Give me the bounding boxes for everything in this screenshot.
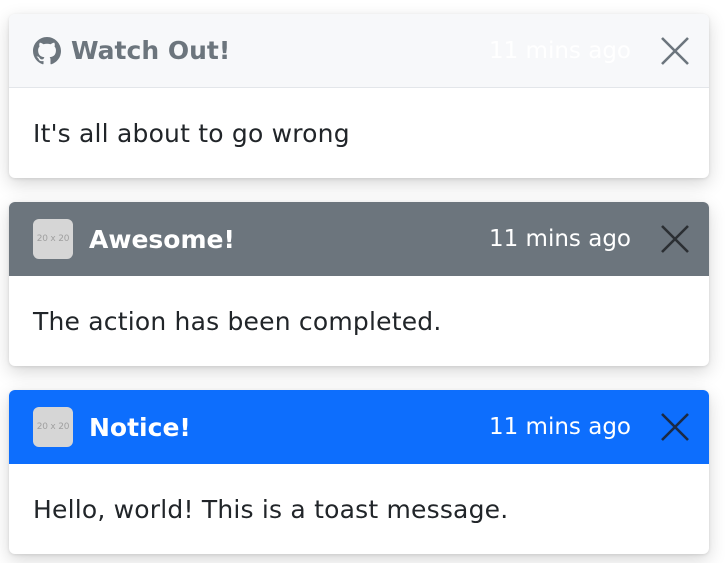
toast-notice: 20 x 20 Notice! 11 mins ago Hello, world… (9, 390, 709, 554)
toast-header: 20 x 20 Notice! 11 mins ago (9, 390, 709, 464)
toast-message: The action has been completed. (33, 306, 442, 336)
close-icon[interactable] (659, 223, 691, 255)
toast-title: Awesome! (89, 224, 235, 254)
toast-awesome: 20 x 20 Awesome! 11 mins ago The action … (9, 202, 709, 366)
toast-timestamp: 11 mins ago (488, 414, 631, 440)
toast-title: Watch Out! (71, 36, 231, 65)
toast-header: 20 x 20 Awesome! 11 mins ago (9, 202, 709, 276)
toast-message: Hello, world! This is a toast message. (33, 494, 509, 524)
toast-watch-out: Watch Out! 11 mins ago It's all about to… (9, 14, 709, 178)
placeholder-image: 20 x 20 (33, 407, 73, 447)
github-icon (33, 36, 61, 65)
close-icon[interactable] (659, 35, 691, 67)
close-icon[interactable] (659, 411, 691, 443)
toast-header: Watch Out! 11 mins ago (9, 14, 709, 88)
toast-timestamp: 11 mins ago (488, 226, 631, 252)
toast-timestamp: 11 mins ago (488, 37, 631, 64)
placeholder-image: 20 x 20 (33, 219, 73, 259)
toast-title: Notice! (89, 412, 191, 442)
toast-message: It's all about to go wrong (33, 118, 350, 148)
